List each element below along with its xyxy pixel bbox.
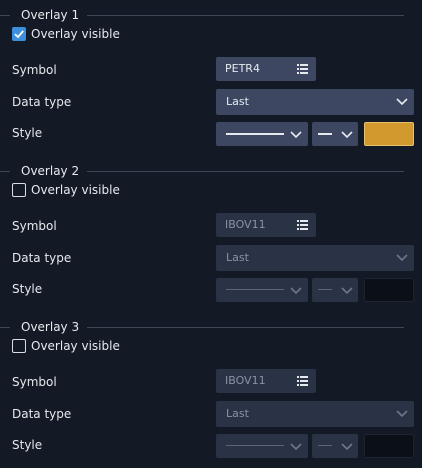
section-title: Overlay 3 [21,320,80,334]
color-swatch[interactable] [364,278,414,302]
overlay-1-section: Overlay 1 Overlay visible Symbol PETR4 D… [0,0,422,156]
divider [0,327,10,328]
color-swatch[interactable] [364,122,414,146]
symbol-value: IBOV11 [225,218,266,231]
divider [87,171,404,172]
data-type-label: Data type [12,251,72,265]
divider [87,327,404,328]
line-style-preview [226,133,284,135]
chevron-down-icon [396,254,408,262]
style-label: Style [12,438,43,452]
check-icon [14,30,24,39]
data-type-dropdown[interactable]: Last [216,401,414,427]
symbol-field[interactable]: IBOV11 [216,369,316,393]
symbol-field[interactable]: PETR4 [216,57,316,81]
divider [0,15,10,16]
data-type-value: Last [226,407,249,420]
overlay-visible-row[interactable]: Overlay visible [12,181,120,199]
chevron-down-icon [396,410,408,418]
data-type-dropdown[interactable]: Last [216,245,414,271]
list-icon[interactable] [297,376,308,386]
overlay-visible-checkbox[interactable] [12,339,26,353]
chevron-down-icon [341,131,353,139]
chevron-down-icon [290,443,302,451]
data-type-label: Data type [12,95,72,109]
overlay-visible-label: Overlay visible [31,339,120,353]
symbol-label: Symbol [12,63,57,77]
symbol-value: PETR4 [225,62,260,75]
line-width-dropdown[interactable] [312,434,358,458]
overlay-visible-checkbox[interactable] [12,27,26,41]
style-label: Style [12,282,43,296]
data-type-label: Data type [12,407,72,421]
section-header: Overlay 2 [0,163,404,179]
list-icon[interactable] [297,220,308,230]
data-type-value: Last [226,95,249,108]
divider [87,15,404,16]
line-width-dropdown[interactable] [312,278,358,302]
section-header: Overlay 3 [0,319,404,335]
overlay-visible-label: Overlay visible [31,183,120,197]
overlay-3-section: Overlay 3 Overlay visible Symbol IBOV11 … [0,312,422,468]
line-style-dropdown[interactable] [216,434,308,458]
line-style-preview [226,445,284,446]
divider [0,171,10,172]
line-width-preview [318,133,332,135]
chevron-down-icon [341,443,353,451]
chevron-down-icon [290,287,302,295]
data-type-value: Last [226,251,249,264]
list-icon[interactable] [297,64,308,74]
line-width-dropdown[interactable] [312,122,358,146]
symbol-label: Symbol [12,375,57,389]
line-style-preview [226,289,284,290]
overlay-visible-row[interactable]: Overlay visible [12,25,120,43]
chevron-down-icon [290,131,302,139]
chevron-down-icon [396,98,408,106]
section-title: Overlay 1 [21,8,80,22]
chevron-down-icon [341,287,353,295]
color-swatch[interactable] [364,434,414,458]
symbol-field[interactable]: IBOV11 [216,213,316,237]
symbol-label: Symbol [12,219,57,233]
line-width-preview [318,289,332,290]
style-label: Style [12,126,43,140]
section-title: Overlay 2 [21,164,80,178]
overlay-visible-label: Overlay visible [31,27,120,41]
overlay-2-section: Overlay 2 Overlay visible Symbol IBOV11 … [0,156,422,312]
data-type-dropdown[interactable]: Last [216,89,414,115]
symbol-value: IBOV11 [225,374,266,387]
overlay-visible-checkbox[interactable] [12,183,26,197]
section-header: Overlay 1 [0,7,404,23]
line-style-dropdown[interactable] [216,278,308,302]
line-width-preview [318,445,332,446]
line-style-dropdown[interactable] [216,122,308,146]
overlay-visible-row[interactable]: Overlay visible [12,337,120,355]
